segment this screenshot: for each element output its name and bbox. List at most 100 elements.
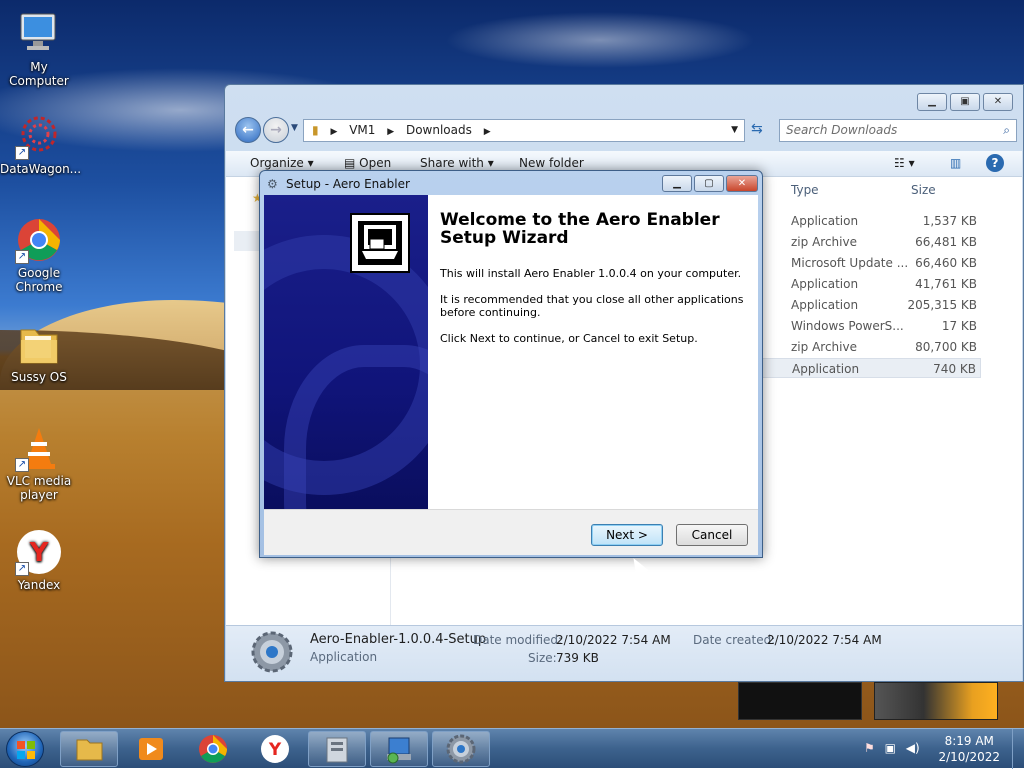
desktop-icon-label: My Computer [9, 60, 69, 88]
close-button[interactable]: ✕ [983, 93, 1013, 111]
wizard-heading: Welcome to the Aero Enabler Setup Wizard [440, 210, 720, 248]
file-row-selected[interactable]: Application 740 KB [761, 358, 981, 378]
file-row[interactable]: Application 1,537 KB [761, 211, 981, 231]
computer-icon [15, 10, 63, 58]
desktop-icon-datawagon[interactable]: ↗ DataWagon... [0, 112, 82, 176]
desktop-icon-sussy-os[interactable]: Sussy OS [0, 320, 78, 384]
notification-area: ⚑ ▣ ◀) [864, 741, 920, 755]
breadcrumb-item[interactable]: VM1 [349, 123, 375, 137]
breadcrumb-separator-icon: ▶ [387, 127, 395, 137]
taskbar-explorer[interactable] [60, 731, 118, 767]
next-button[interactable]: Next > [591, 524, 663, 546]
gadget-thumbnail[interactable] [874, 682, 998, 720]
view-options-icon[interactable]: ☷ ▾ [894, 156, 915, 170]
back-arrow-icon[interactable]: ← [235, 117, 261, 143]
desktop-icon-my-computer[interactable]: My Computer [0, 10, 78, 88]
file-row[interactable]: Windows PowerS... 17 KB [761, 316, 981, 336]
search-icon: ⌕ [1003, 123, 1010, 137]
shortcut-arrow-icon: ↗ [15, 250, 29, 264]
open-icon: ▤ [344, 156, 356, 170]
taskbar-chrome[interactable] [184, 731, 242, 767]
svg-text:Y: Y [29, 538, 50, 568]
recent-pages-chevron-icon[interactable]: ▼ [291, 123, 298, 133]
file-row[interactable]: Application 205,315 KB [761, 295, 981, 315]
taskbar-yandex[interactable]: Y [246, 731, 304, 767]
date-modified-label: Date modified: [473, 633, 563, 647]
taskbar: Y ⚑ ▣ ◀) 8:19 AM 2/10/2022 [0, 728, 1024, 769]
size-value: 739 KB [556, 651, 599, 665]
dialog-maximize-button[interactable]: ▢ [694, 175, 724, 192]
details-pane: Aero-Enabler-1.0.0.4-Setup Application D… [226, 625, 1022, 681]
dialog-minimize-button[interactable]: ▁ [662, 175, 692, 192]
desktop-icon-label: Google Chrome [15, 266, 63, 294]
date-modified-value: 2/10/2022 7:54 AM [556, 633, 671, 647]
dialog-close-button[interactable]: ✕ [726, 175, 758, 192]
preview-pane-icon[interactable]: ▥ [950, 156, 961, 170]
chrome-icon: ↗ [15, 216, 63, 264]
open-button[interactable]: ▤ Open [344, 156, 391, 170]
refresh-icon[interactable]: ⇆ [751, 121, 763, 137]
volume-icon[interactable]: ◀) [906, 741, 920, 755]
clock-date: 2/10/2022 [938, 750, 1000, 764]
desktop-icon-yandex[interactable]: Y ↗ Yandex [0, 528, 78, 592]
dialog-title: Setup - Aero Enabler [286, 177, 410, 191]
cancel-button[interactable]: Cancel [676, 524, 748, 546]
wizard-text-continue: Click Next to continue, or Cancel to exi… [440, 332, 698, 345]
size-label: Size: [528, 651, 557, 665]
desktop-icon-label: Sussy OS [11, 370, 67, 384]
help-icon[interactable]: ? [986, 154, 1004, 172]
new-folder-button[interactable]: New folder [519, 156, 584, 170]
desktop-icon-label: DataWagon... [0, 162, 82, 176]
clock-time: 8:19 AM [944, 734, 994, 748]
date-created-value: 2/10/2022 7:54 AM [767, 633, 882, 647]
desktop-icon-label: Yandex [17, 578, 61, 592]
forward-arrow-icon[interactable]: → [263, 117, 289, 143]
window-preview-thumbnail[interactable] [738, 682, 862, 720]
organize-menu[interactable]: Organize ▾ [250, 156, 314, 170]
taskbar-setup-program[interactable] [370, 731, 428, 767]
archive-icon [326, 737, 348, 763]
breadcrumb-separator-icon: ▶ [330, 127, 338, 137]
column-header-type[interactable]: Type [791, 183, 819, 197]
action-center-flag-icon[interactable]: ⚑ [864, 741, 875, 755]
search-input[interactable]: Search Downloads ⌕ [779, 119, 1017, 142]
installer-icon [387, 737, 411, 764]
folder-icon [15, 320, 63, 368]
dialog-window-controls: ▁ ▢ ✕ [662, 175, 758, 192]
file-row[interactable]: Microsoft Update ... 66,460 KB [761, 253, 981, 273]
file-row[interactable]: Application 41,761 KB [761, 274, 981, 294]
column-header-size[interactable]: Size [911, 183, 936, 197]
wizard-text-install: This will install Aero Enabler 1.0.0.4 o… [440, 267, 742, 280]
folder-icon [76, 739, 103, 761]
maximize-button[interactable]: ▣ [950, 93, 980, 111]
breadcrumb-separator-icon: ▶ [483, 127, 491, 137]
file-row[interactable]: zip Archive 66,481 KB [761, 232, 981, 252]
minimize-button[interactable]: ▁ [917, 93, 947, 111]
details-filetype: Application [310, 650, 378, 664]
vlc-cone-icon: ↗ [15, 424, 63, 472]
desktop-icon-vlc[interactable]: ↗ VLC media player [0, 424, 78, 502]
taskbar-archive-app[interactable] [308, 731, 366, 767]
svg-text:Y: Y [268, 740, 282, 760]
system-clock[interactable]: 8:19 AM 2/10/2022 [938, 733, 1000, 765]
show-desktop-button[interactable] [1012, 729, 1024, 769]
address-dropdown-icon[interactable]: ▼ [731, 120, 738, 141]
yandex-icon: Y [261, 735, 289, 763]
start-button[interactable] [6, 731, 44, 767]
network-icon[interactable]: ▣ [885, 741, 896, 755]
taskbar-media-player[interactable] [122, 731, 180, 767]
taskbar-aero-enabler-setup[interactable] [432, 731, 490, 767]
file-row[interactable]: zip Archive 80,700 KB [761, 337, 981, 357]
setup-wizard-dialog[interactable]: ⚙ Setup - Aero Enabler ▁ ▢ ✕ Welcome to … [259, 170, 763, 558]
wizard-text-recommend: It is recommended that you close all oth… [440, 293, 744, 319]
wizard-banner-image [264, 195, 428, 509]
desktop-icon-google-chrome[interactable]: ↗ Google Chrome [0, 216, 78, 294]
share-with-menu[interactable]: Share with ▾ [420, 156, 494, 170]
wizard-button-bar: Next > Cancel [264, 509, 758, 555]
address-bar[interactable]: ▮ ▶ VM1 ▶ Downloads ▶ ▼ [303, 119, 745, 142]
shortcut-arrow-icon: ↗ [15, 146, 29, 160]
window-controls: ▁ ▣ ✕ [917, 93, 1013, 111]
desktop-icon-label: VLC media player [6, 474, 72, 502]
date-created-label: Date created: [693, 633, 776, 647]
breadcrumb-item[interactable]: Downloads [406, 123, 472, 137]
